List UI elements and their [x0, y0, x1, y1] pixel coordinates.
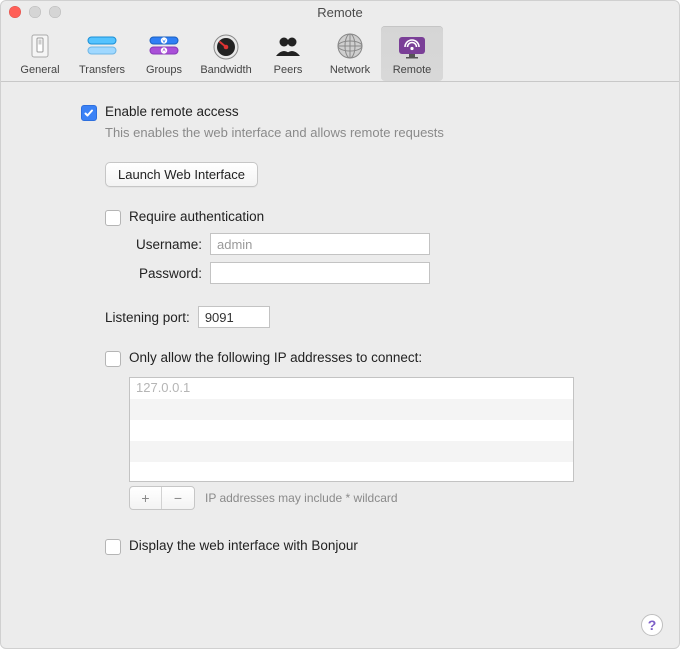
window-controls	[9, 6, 61, 18]
ip-whitelist-list[interactable]: 127.0.0.1	[129, 377, 574, 482]
enable-remote-hint: This enables the web interface and allow…	[105, 125, 659, 140]
tab-label: Peers	[274, 64, 303, 76]
preferences-window: Remote General Transfers Groups Bandwidt…	[0, 0, 680, 649]
enable-remote-label: Enable remote access	[105, 104, 239, 119]
tab-remote[interactable]: Remote	[381, 26, 443, 81]
tab-label: Network	[330, 64, 370, 76]
require-auth-label: Require authentication	[129, 209, 264, 224]
tab-label: Transfers	[79, 64, 125, 76]
minimize-window-button[interactable]	[29, 6, 41, 18]
transfers-icon	[86, 30, 118, 62]
username-field[interactable]	[210, 233, 430, 255]
listening-port-label: Listening port:	[105, 310, 198, 325]
enable-remote-checkbox[interactable]	[81, 105, 97, 121]
bonjour-label: Display the web interface with Bonjour	[129, 538, 358, 553]
help-icon: ?	[648, 617, 657, 633]
bandwidth-icon	[210, 30, 242, 62]
password-label: Password:	[105, 266, 210, 281]
launch-web-interface-button[interactable]: Launch Web Interface	[105, 162, 258, 187]
ip-whitelist-label: Only allow the following IP addresses to…	[129, 350, 422, 365]
tab-label: Remote	[393, 64, 432, 76]
remote-pane: Enable remote access This enables the we…	[1, 82, 679, 648]
ip-entry-empty	[130, 420, 573, 441]
bonjour-checkbox[interactable]	[105, 539, 121, 555]
ip-entry-empty	[130, 462, 573, 482]
require-auth-checkbox[interactable]	[105, 210, 121, 226]
window-title: Remote	[317, 5, 363, 20]
listening-port-field[interactable]	[198, 306, 270, 328]
add-ip-button[interactable]: +	[130, 487, 162, 509]
remote-icon	[396, 30, 428, 62]
general-icon	[24, 30, 56, 62]
password-field[interactable]	[210, 262, 430, 284]
tab-label: Bandwidth	[200, 64, 251, 76]
ip-entry-empty	[130, 441, 573, 462]
ip-add-remove-control: + −	[129, 486, 195, 510]
tab-network[interactable]: Network	[319, 26, 381, 81]
tab-label: General	[20, 64, 59, 76]
ip-wildcard-note: IP addresses may include * wildcard	[205, 491, 398, 505]
help-button[interactable]: ?	[641, 614, 663, 636]
remove-ip-button[interactable]: −	[162, 487, 194, 509]
ip-entry-empty	[130, 399, 573, 420]
tab-transfers[interactable]: Transfers	[71, 26, 133, 81]
tab-groups[interactable]: Groups	[133, 26, 195, 81]
preferences-toolbar: General Transfers Groups Bandwidth Peers	[1, 23, 679, 82]
tab-general[interactable]: General	[9, 26, 71, 81]
titlebar: Remote	[1, 1, 679, 23]
tab-label: Groups	[146, 64, 182, 76]
network-icon	[334, 30, 366, 62]
peers-icon	[272, 30, 304, 62]
ip-entry[interactable]: 127.0.0.1	[130, 378, 573, 399]
groups-icon	[148, 30, 180, 62]
tab-bandwidth[interactable]: Bandwidth	[195, 26, 257, 81]
tab-peers[interactable]: Peers	[257, 26, 319, 81]
ip-whitelist-checkbox[interactable]	[105, 351, 121, 367]
username-label: Username:	[105, 237, 210, 252]
close-window-button[interactable]	[9, 6, 21, 18]
zoom-window-button[interactable]	[49, 6, 61, 18]
